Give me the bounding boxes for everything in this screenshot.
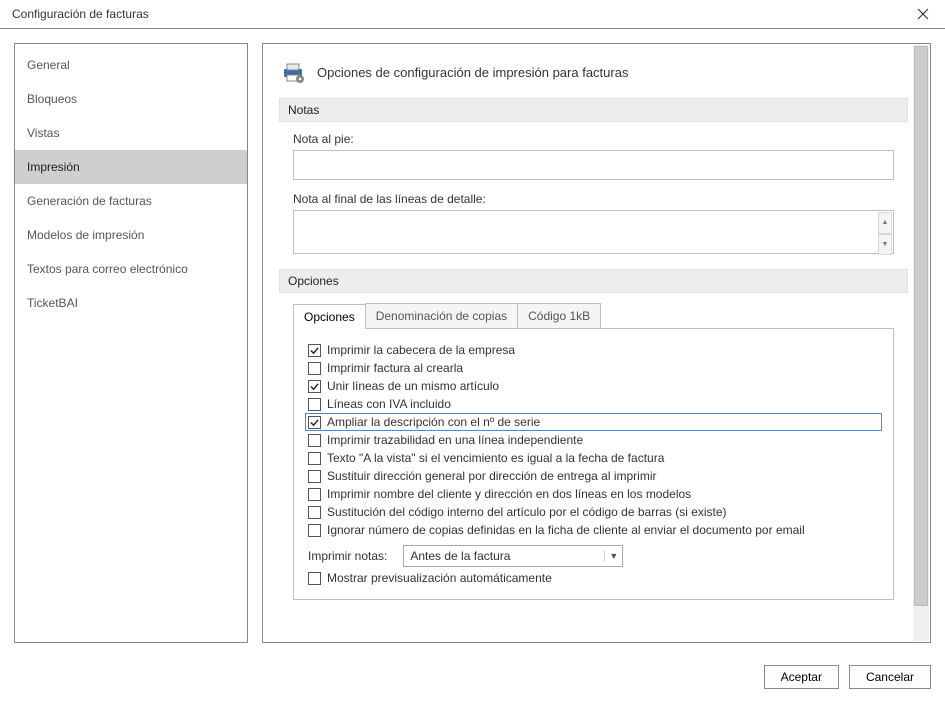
checkbox-label-3: Líneas con IVA incluido [327,397,451,411]
check-row-7[interactable]: Sustituir dirección general por direcció… [308,467,879,485]
checkbox-label-0: Imprimir la cabecera de la empresa [327,343,515,357]
checkbox-6[interactable] [308,452,321,465]
close-button[interactable] [907,4,939,24]
checkbox-label-4: Ampliar la descripción con el nº de seri… [327,415,540,429]
close-icon [917,8,929,20]
vertical-scrollbar[interactable] [913,45,929,641]
nota-pie-input[interactable] [293,150,894,180]
checkbox-label-5: Imprimir trazabilidad en una línea indep… [327,433,583,447]
chevron-down-icon: ▼ [604,551,622,561]
print-notes-row: Imprimir notas: Antes de la factura▼ [308,539,879,569]
section-notas-title: Notas [279,98,908,122]
check-row-0[interactable]: Imprimir la cabecera de la empresa [308,341,879,359]
tab-strip: OpcionesDenominación de copiasCódigo 1kB [293,303,894,329]
checkbox-10[interactable] [308,524,321,537]
checkbox-4[interactable] [308,416,321,429]
sidebar-item-2[interactable]: Vistas [15,116,247,150]
check-row-preview[interactable]: Mostrar previsualización automáticamente [308,569,879,587]
titlebar: Configuración de facturas [0,0,945,29]
checkbox-8[interactable] [308,488,321,501]
page-title: Opciones de configuración de impresión p… [317,65,628,80]
dialog-content: GeneralBloqueosVistasImpresiónGeneración… [0,29,945,657]
tab-1[interactable]: Denominación de copias [365,303,518,328]
main-panel: Opciones de configuración de impresión p… [262,43,931,643]
checkbox-9[interactable] [308,506,321,519]
checkbox-label-7: Sustituir dirección general por direcció… [327,469,656,483]
scroll-thumb[interactable] [914,46,928,606]
nota-pie-label: Nota al pie: [293,132,894,146]
checkbox-label-9: Sustitución del código interno del artíc… [327,505,727,519]
nota-detalle-input[interactable] [293,210,894,254]
checkbox-label-10: Ignorar número de copias definidas en la… [327,523,805,537]
checkbox-label-1: Imprimir factura al crearla [327,361,463,375]
check-row-4[interactable]: Ampliar la descripción con el nº de seri… [305,413,882,431]
check-row-1[interactable]: Imprimir factura al crearla [308,359,879,377]
tab-2[interactable]: Código 1kB [517,303,601,328]
accept-button[interactable]: Aceptar [764,665,839,689]
print-notes-label: Imprimir notas: [308,549,387,563]
check-row-2[interactable]: Unir líneas de un mismo artículo [308,377,879,395]
dialog-footer: Aceptar Cancelar [0,657,945,703]
checkbox-label-6: Texto "A la vista" si el vencimiento es … [327,451,664,465]
print-notes-combo[interactable]: Antes de la factura▼ [403,545,623,567]
checkbox-3[interactable] [308,398,321,411]
cancel-button[interactable]: Cancelar [849,665,931,689]
check-row-3[interactable]: Líneas con IVA incluido [308,395,879,413]
sidebar-item-7[interactable]: TicketBAI [15,286,247,320]
check-row-5[interactable]: Imprimir trazabilidad en una línea indep… [308,431,879,449]
checkbox-label-2: Unir líneas de un mismo artículo [327,379,499,393]
checkbox-7[interactable] [308,470,321,483]
check-row-6[interactable]: Texto "A la vista" si el vencimiento es … [308,449,879,467]
sidebar-item-5[interactable]: Modelos de impresión [15,218,247,252]
check-row-10[interactable]: Ignorar número de copias definidas en la… [308,521,879,539]
checkbox-5[interactable] [308,434,321,447]
window-title: Configuración de facturas [12,7,149,21]
checkbox-2[interactable] [308,380,321,393]
textarea-scroll[interactable]: ▲▼ [878,212,892,255]
sidebar-item-4[interactable]: Generación de facturas [15,184,247,218]
checkbox-preview[interactable] [308,572,321,585]
checkbox-label-8: Imprimir nombre del cliente y dirección … [327,487,691,501]
nota-detalle-label: Nota al final de las líneas de detalle: [293,192,894,206]
sidebar-item-6[interactable]: Textos para correo electrónico [15,252,247,286]
checkbox-0[interactable] [308,344,321,357]
checkbox-label-preview: Mostrar previsualización automáticamente [327,571,552,585]
printer-settings-icon [281,60,305,84]
checkbox-1[interactable] [308,362,321,375]
section-opciones-title: Opciones [279,269,908,293]
print-notes-value: Antes de la factura [404,549,604,563]
check-row-9[interactable]: Sustitución del código interno del artíc… [308,503,879,521]
sidebar-item-1[interactable]: Bloqueos [15,82,247,116]
sidebar-item-0[interactable]: General [15,48,247,82]
sidebar-item-3[interactable]: Impresión [15,150,247,184]
tab-0[interactable]: Opciones [293,304,366,329]
page-header: Opciones de configuración de impresión p… [279,56,908,98]
sidebar: GeneralBloqueosVistasImpresiónGeneración… [14,43,248,643]
tab-panel-opciones: Imprimir la cabecera de la empresa Imprim… [293,329,894,600]
check-row-8[interactable]: Imprimir nombre del cliente y dirección … [308,485,879,503]
